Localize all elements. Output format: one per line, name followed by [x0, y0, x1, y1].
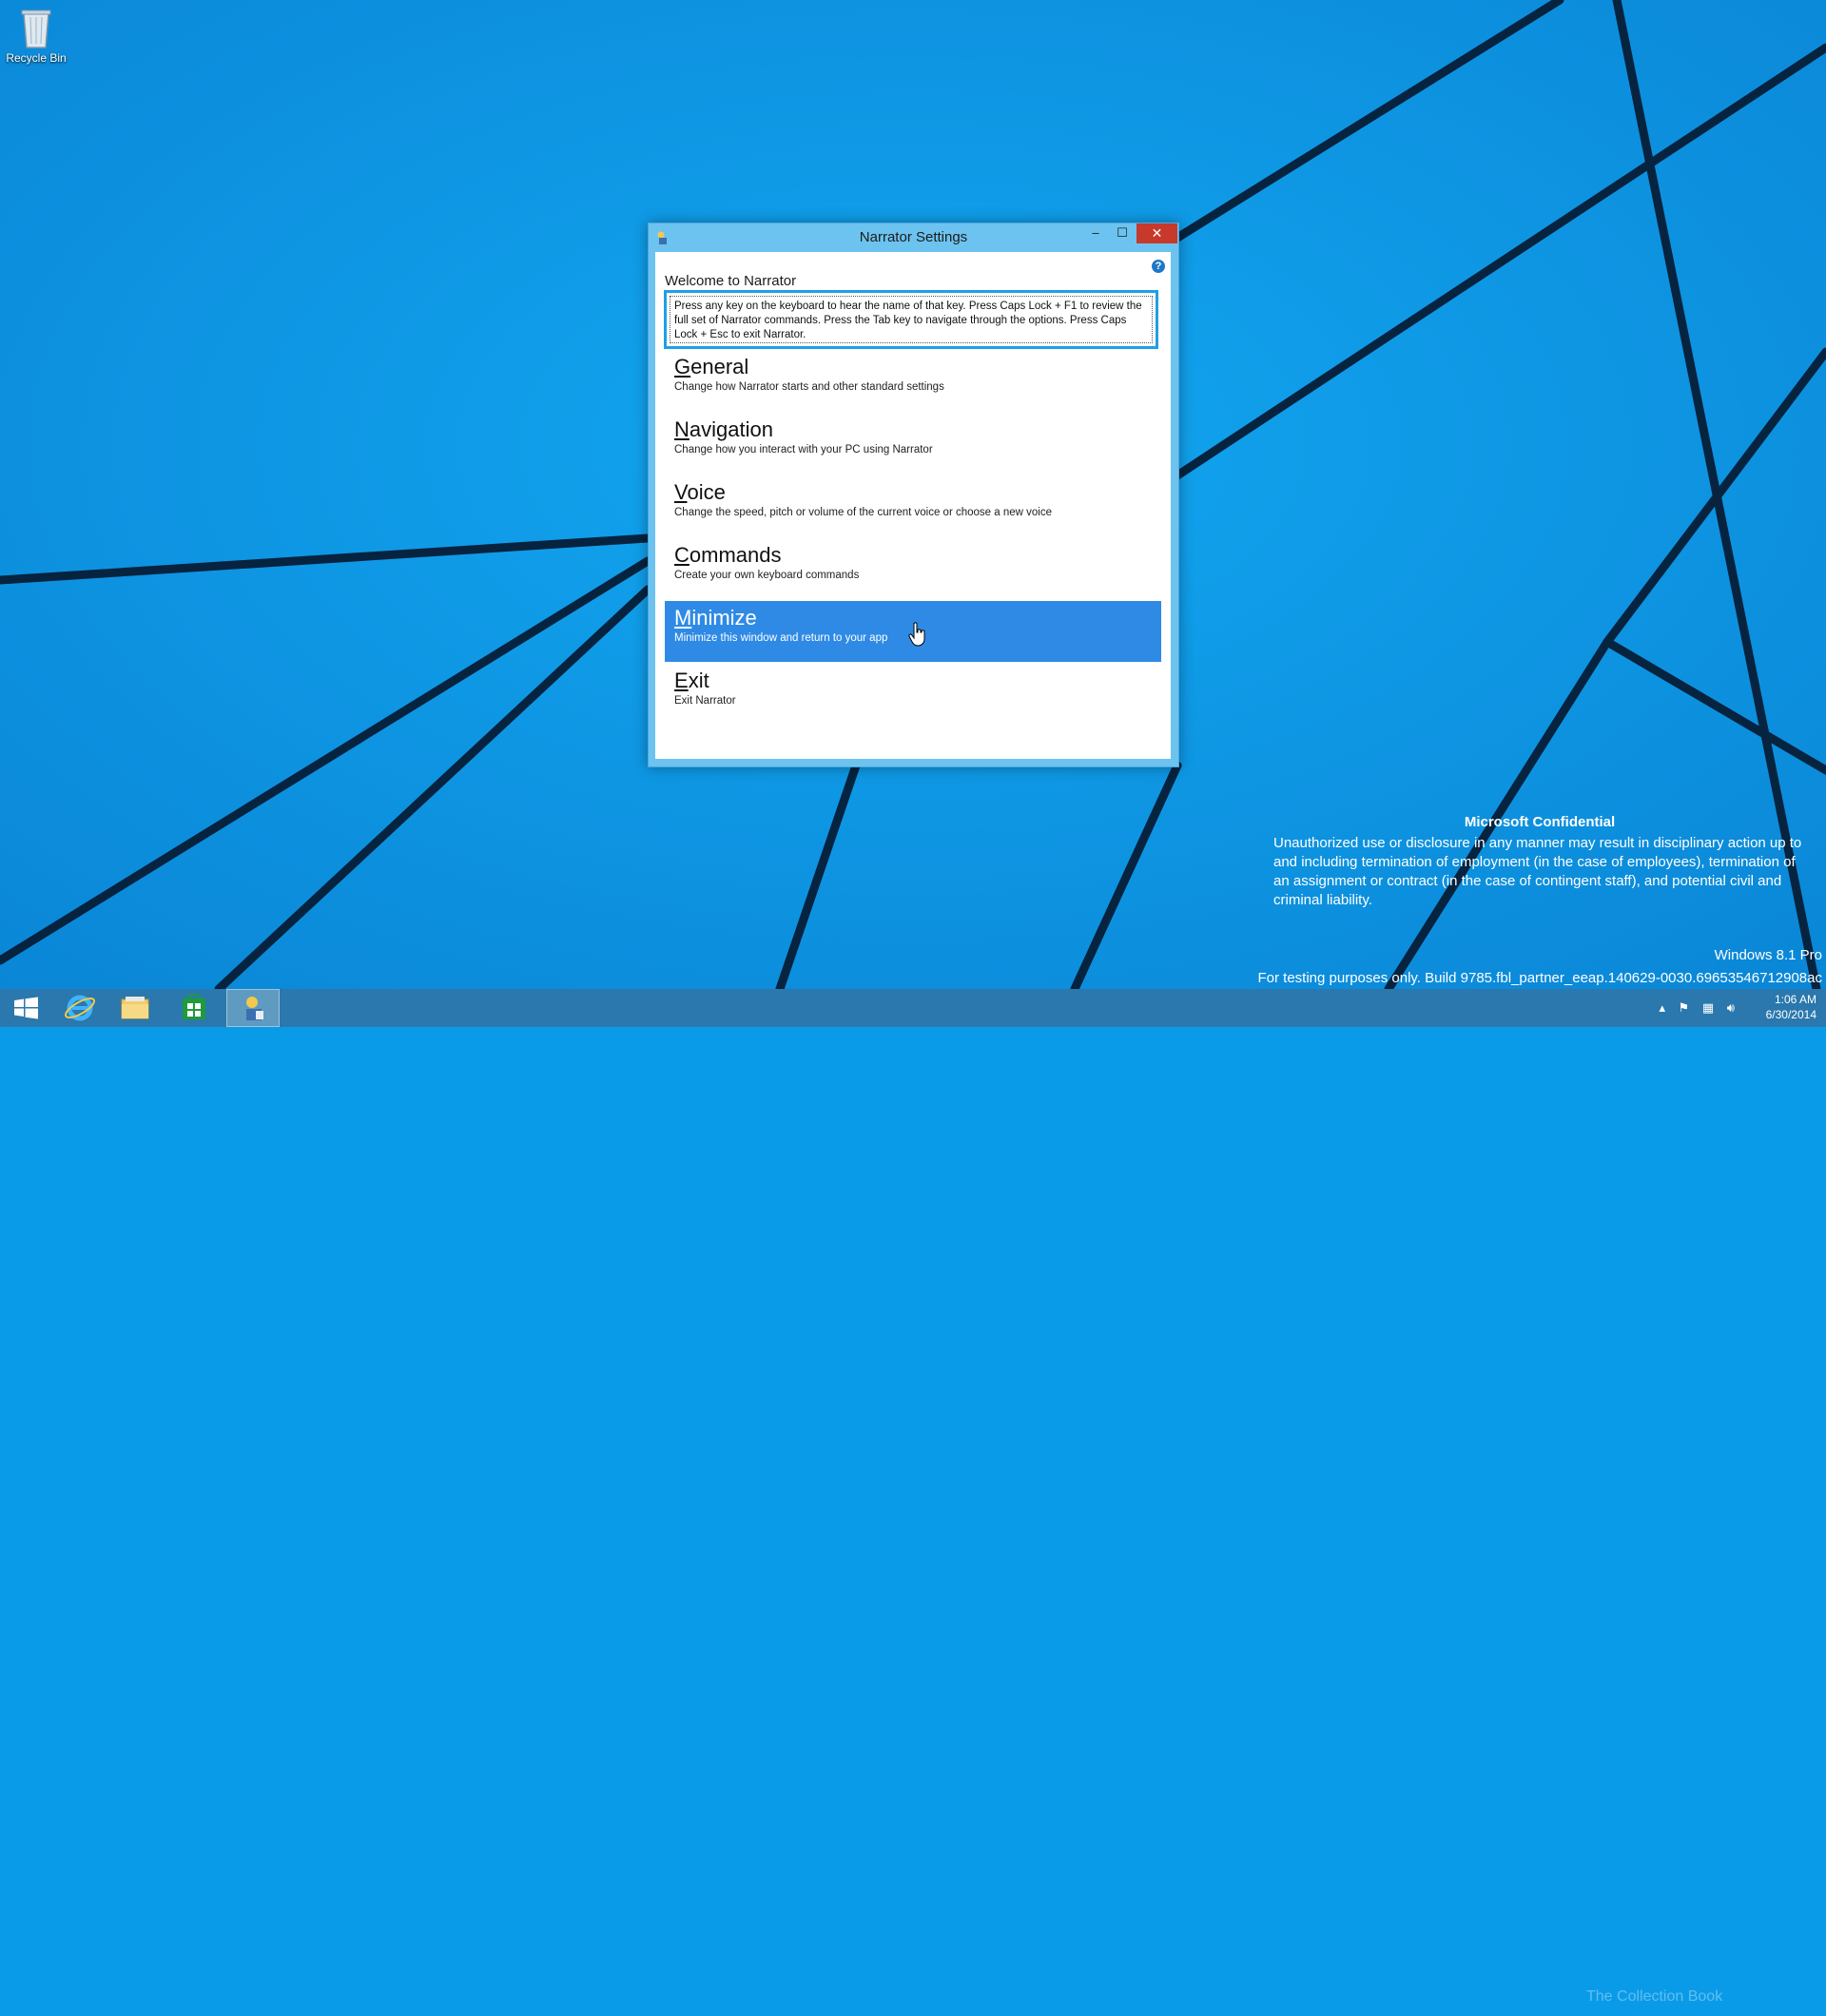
access-key: V	[674, 480, 688, 504]
clock-time: 1:06 AM	[1774, 993, 1816, 1006]
folder-icon	[121, 997, 149, 1019]
menu-item-description: Exit Narrator	[674, 695, 736, 707]
recycle-bin-label: Recycle Bin	[6, 51, 67, 65]
show-hidden-icons-icon[interactable]: ▴	[1659, 1000, 1665, 1015]
minimize-window-button[interactable]: –	[1082, 223, 1109, 243]
maximize-window-button[interactable]: ☐	[1109, 223, 1136, 243]
taskbar-store[interactable]	[167, 989, 221, 1027]
menu-item-general[interactable]: General Change how Narrator starts and ot…	[665, 350, 1161, 411]
menu-item-navigation[interactable]: Navigation Change how you interact with y…	[665, 413, 1161, 474]
action-center-flag-icon[interactable]: ⚑	[1679, 1000, 1690, 1015]
windows-logo-icon	[14, 997, 38, 1019]
watermark-title: Microsoft Confidential	[1464, 814, 1616, 830]
window-content: ? Welcome to Narrator Press any key on t…	[655, 252, 1171, 759]
menu-item-description: Change the speed, pitch or volume of the…	[674, 507, 1052, 518]
menu-item-title-rest: ommands	[689, 543, 782, 567]
menu-item-title-rest: xit	[688, 669, 709, 692]
internet-explorer-icon	[64, 995, 96, 1021]
access-key: N	[674, 417, 690, 441]
system-tray: ▴ ⚑ ▦ 🔊︎	[1649, 1000, 1735, 1016]
menu-item-voice[interactable]: Voice Change the speed, pitch or volume o…	[665, 475, 1161, 536]
confidential-watermark: Microsoft Confidential Unauthorized use …	[1273, 813, 1806, 910]
access-key: M	[674, 606, 692, 630]
menu-item-title-rest: eneral	[690, 355, 749, 378]
access-key: E	[674, 669, 689, 692]
menu-item-description: Change how you interact with your PC usi…	[674, 444, 933, 456]
instructions-text: Press any key on the keyboard to hear th…	[670, 296, 1153, 343]
menu-item-exit[interactable]: Exit Exit Narrator	[665, 664, 1161, 725]
menu-item-title: General	[674, 355, 1152, 379]
menu-item-title-rest: inimize	[691, 606, 757, 630]
volume-icon[interactable]: 🔊︎	[1727, 1000, 1735, 1015]
taskbar-internet-explorer[interactable]	[53, 989, 107, 1027]
recycle-bin-icon	[17, 6, 55, 49]
network-icon[interactable]: ▦	[1702, 1000, 1714, 1015]
windows-edition-label: Windows 8.1 Pro	[1714, 947, 1822, 963]
watermark-body: Unauthorized use or disclosure in any ma…	[1273, 835, 1802, 908]
build-string-label: For testing purposes only. Build 9785.fb…	[1257, 970, 1822, 986]
title-bar[interactable]: Narrator Settings – ☐ ✕	[649, 223, 1178, 252]
menu-item-title-rest: avigation	[689, 417, 773, 441]
menu-item-description: Change how Narrator starts and other sta…	[674, 381, 944, 393]
menu-item-title: Navigation	[674, 417, 1152, 442]
menu-item-title: Exit	[674, 669, 1152, 693]
store-icon	[183, 993, 205, 1019]
menu-item-title-rest: oice	[687, 480, 726, 504]
mouse-hand-cursor-icon	[908, 622, 925, 647]
instructions-box[interactable]: Press any key on the keyboard to hear th…	[664, 290, 1158, 349]
help-icon[interactable]: ?	[1152, 260, 1165, 273]
narrator-icon	[246, 997, 263, 1020]
narrator-settings-window: Narrator Settings – ☐ ✕ ? Welcome to Nar…	[648, 223, 1179, 767]
start-button[interactable]	[0, 989, 53, 1027]
recycle-bin-shortcut[interactable]: Recycle Bin	[4, 6, 68, 65]
taskbar-file-explorer[interactable]	[108, 989, 162, 1027]
taskbar-narrator[interactable]	[226, 989, 280, 1027]
menu-item-title: Voice	[674, 480, 1152, 505]
clock-date: 6/30/2014	[1765, 1008, 1816, 1021]
menu-item-title: Commands	[674, 543, 1152, 568]
taskbar: The Collection Book ▴ ⚑ ▦ 🔊︎ 1:06 AM 6/3…	[0, 989, 1826, 2005]
close-window-button[interactable]: ✕	[1136, 223, 1177, 243]
access-key: C	[674, 543, 690, 567]
welcome-heading: Welcome to Narrator	[665, 273, 797, 289]
menu-item-commands[interactable]: Commands Create your own keyboard command…	[665, 538, 1161, 599]
collection-watermark: The Collection Book	[1586, 1988, 1723, 2005]
clock[interactable]: 1:06 AM 6/30/2014	[1766, 992, 1816, 1022]
menu-item-description: Create your own keyboard commands	[674, 570, 860, 581]
access-key: G	[674, 355, 691, 378]
